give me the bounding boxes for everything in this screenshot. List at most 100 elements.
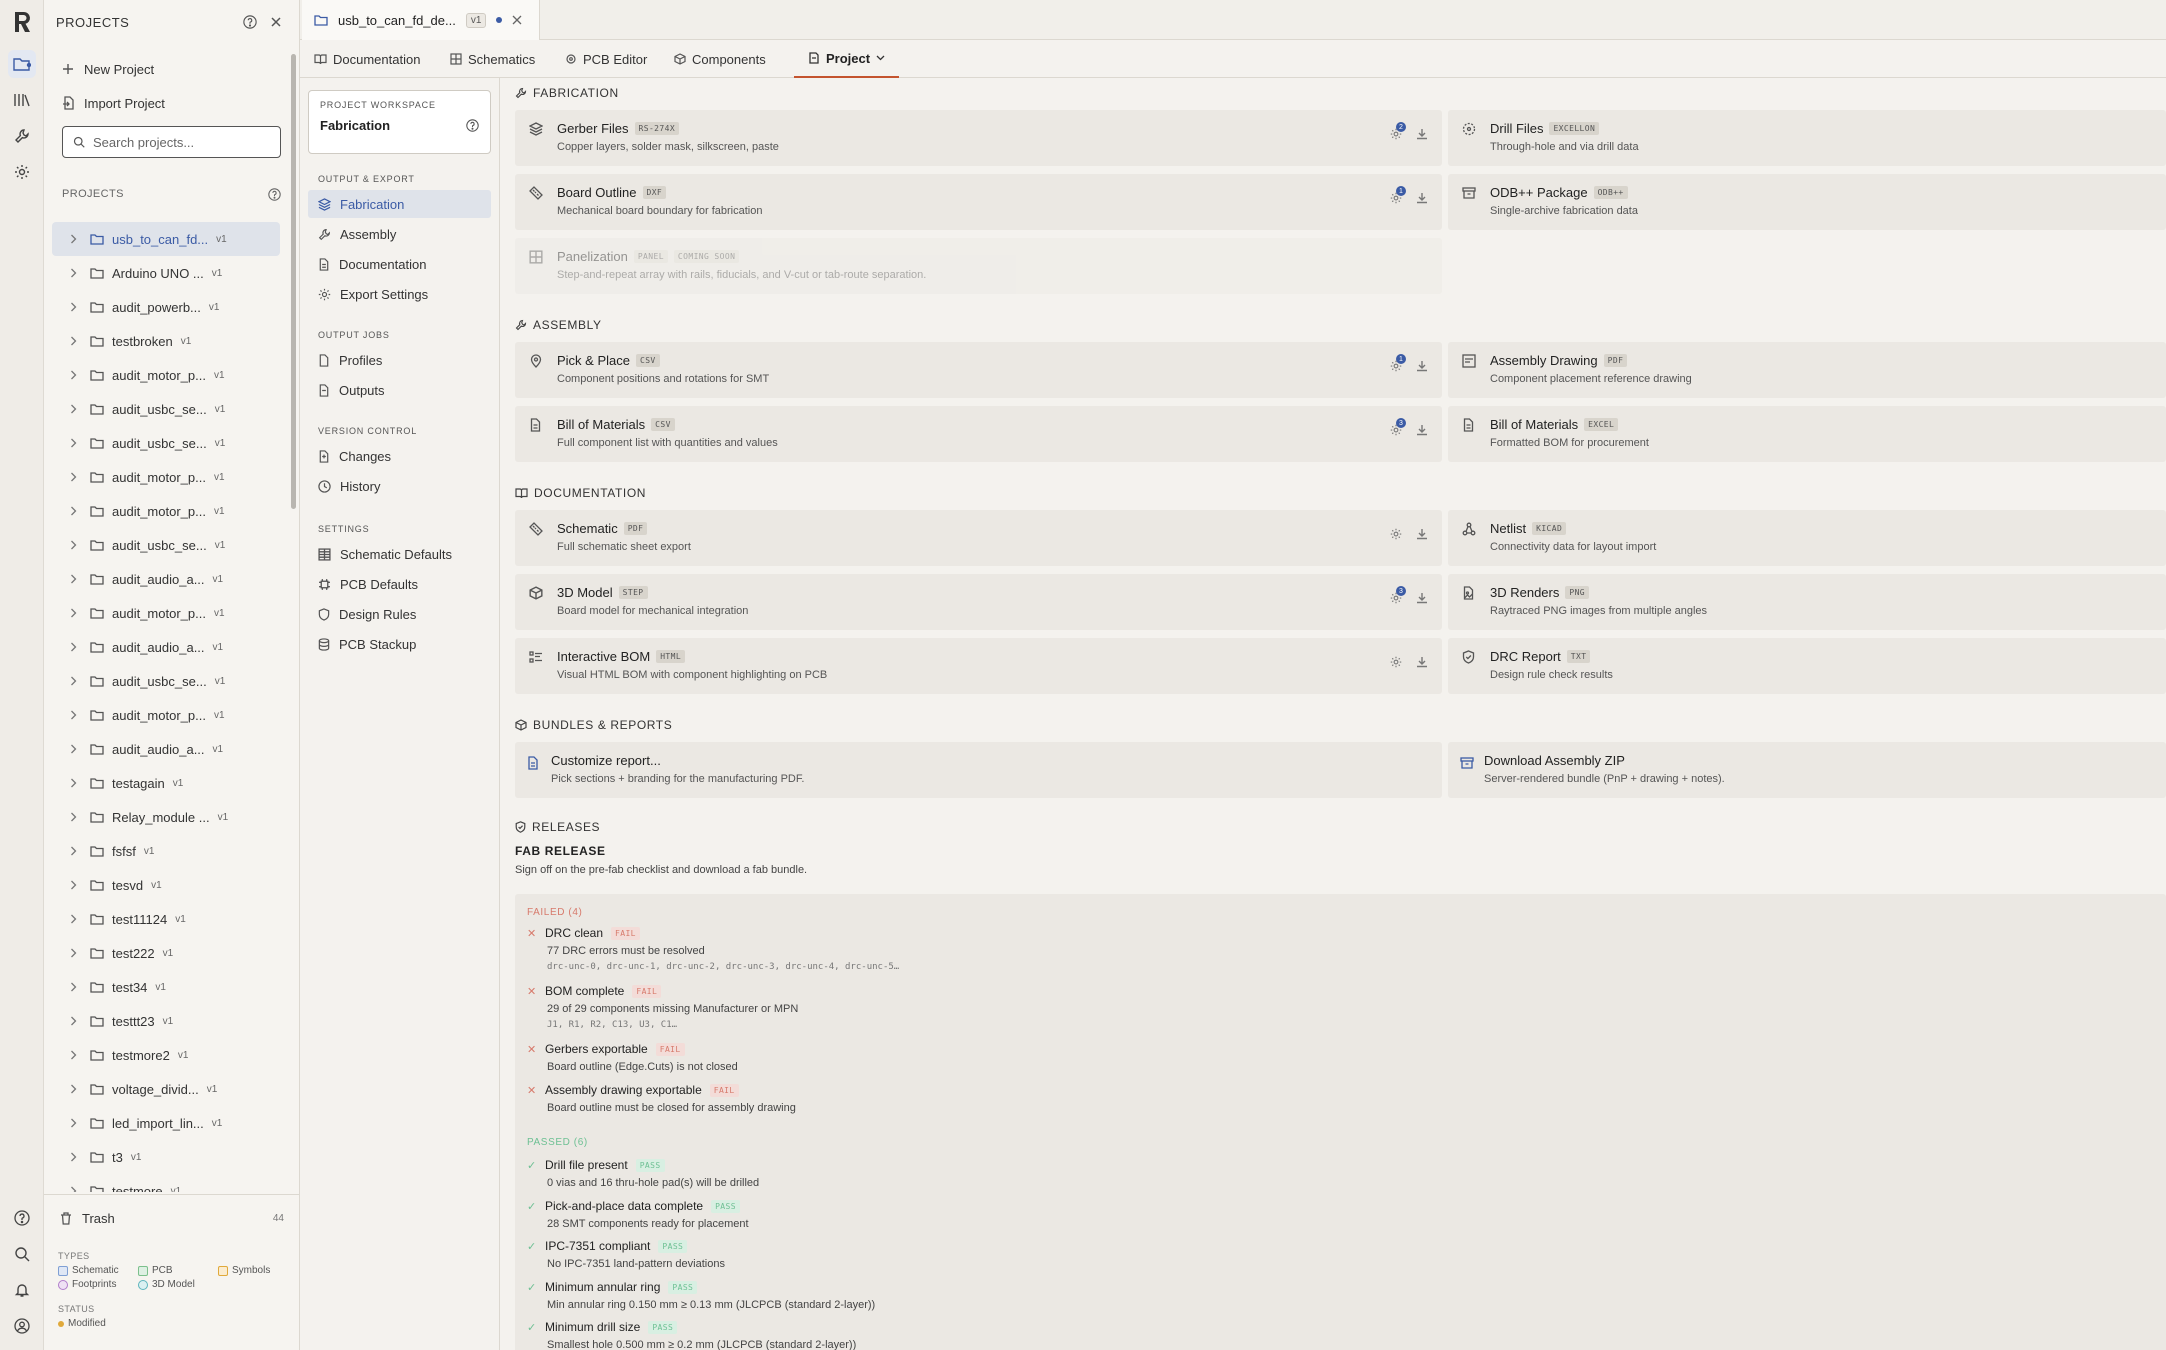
- chevron-right-icon[interactable]: [70, 676, 82, 686]
- project-row[interactable]: Relay_module ... v1: [52, 800, 280, 834]
- output-card-netlist[interactable]: Netlist KICAD Connectivity data for layou…: [1448, 510, 2166, 566]
- chevron-right-icon[interactable]: [70, 1050, 82, 1060]
- output-card-bom-csv[interactable]: Bill of Materials CSV Full component list…: [515, 406, 1442, 462]
- chevron-right-icon[interactable]: [70, 1118, 82, 1128]
- close-icon[interactable]: [512, 15, 522, 25]
- project-row[interactable]: audit_motor_p... v1: [52, 494, 280, 528]
- project-row[interactable]: led_import_lin... v1: [52, 1106, 280, 1140]
- help-icon[interactable]: [466, 119, 479, 132]
- project-row[interactable]: audit_motor_p... v1: [52, 460, 280, 494]
- project-list-scrollbar[interactable]: [290, 48, 296, 1192]
- output-card-drill-files[interactable]: Drill Files EXCELLON Through-hole and via…: [1448, 110, 2166, 166]
- tab-components[interactable]: Components: [674, 40, 766, 78]
- output-card-gerber-files[interactable]: Gerber Files RS-274X Copper layers, solde…: [515, 110, 1442, 166]
- nav-assembly[interactable]: Assembly: [308, 220, 491, 248]
- project-row[interactable]: audit_audio_a... v1: [52, 562, 280, 596]
- project-row[interactable]: testtt23 v1: [52, 1004, 280, 1038]
- nav-changes[interactable]: Changes: [308, 442, 491, 470]
- output-card-odb-package[interactable]: ODB++ Package ODB++ Single-archive fabric…: [1448, 174, 2166, 230]
- chevron-right-icon[interactable]: [70, 302, 82, 312]
- help-icon[interactable]: [8, 1204, 36, 1232]
- nav-design-rules[interactable]: Design Rules: [308, 600, 491, 628]
- nav-pcb-defaults[interactable]: PCB Defaults: [308, 570, 491, 598]
- bell-icon[interactable]: [8, 1276, 36, 1304]
- download-button[interactable]: [1416, 192, 1428, 204]
- customize-report-card[interactable]: Customize report... Pick sections + bran…: [515, 742, 1442, 798]
- settings-gear-button[interactable]: [1390, 528, 1402, 540]
- nav-schematic-defaults[interactable]: Schematic Defaults: [308, 540, 491, 568]
- chevron-right-icon[interactable]: [70, 982, 82, 992]
- tab-schematics[interactable]: Schematics: [450, 40, 535, 78]
- account-icon[interactable]: [8, 1312, 36, 1340]
- download-button[interactable]: [1416, 656, 1428, 668]
- output-card-drc-report[interactable]: DRC Report TXT Design rule check results: [1448, 638, 2166, 694]
- nav-history[interactable]: History: [308, 472, 491, 500]
- settings-gear-button[interactable]: 2: [1390, 122, 1406, 140]
- chevron-right-icon[interactable]: [70, 812, 82, 822]
- project-row[interactable]: fsfsf v1: [52, 834, 280, 868]
- close-icon[interactable]: [265, 11, 287, 33]
- logo-icon[interactable]: [8, 8, 36, 36]
- output-card-bom-excel[interactable]: Bill of Materials EXCEL Formatted BOM for…: [1448, 406, 2166, 462]
- file-tab[interactable]: usb_to_can_fd_de... v1: [302, 0, 540, 40]
- import-project-button[interactable]: Import Project: [44, 86, 299, 120]
- chevron-right-icon[interactable]: [70, 1016, 82, 1026]
- nav-documentation[interactable]: Documentation: [308, 250, 491, 278]
- settings-gear-button[interactable]: 1: [1390, 186, 1406, 204]
- project-row[interactable]: audit_usbc_se... v1: [52, 392, 280, 426]
- chevron-right-icon[interactable]: [70, 336, 82, 346]
- output-card-pick-and-place[interactable]: Pick & Place CSV Component positions and …: [515, 342, 1442, 398]
- project-row[interactable]: testmore v1: [52, 1174, 280, 1192]
- chevron-right-icon[interactable]: [70, 472, 82, 482]
- chevron-right-icon[interactable]: [70, 710, 82, 720]
- download-button[interactable]: [1416, 592, 1428, 604]
- chevron-right-icon[interactable]: [70, 234, 82, 244]
- chevron-right-icon[interactable]: [70, 540, 82, 550]
- project-row[interactable]: audit_audio_a... v1: [52, 732, 280, 766]
- nav-fabrication[interactable]: Fabrication: [308, 190, 491, 218]
- project-row[interactable]: voltage_divid... v1: [52, 1072, 280, 1106]
- tab-pcb-editor[interactable]: PCB Editor: [565, 40, 647, 78]
- chevron-right-icon[interactable]: [70, 574, 82, 584]
- output-card-board-outline[interactable]: Board Outline DXF Mechanical board bounda…: [515, 174, 1442, 230]
- chevron-right-icon[interactable]: [70, 608, 82, 618]
- help-icon[interactable]: [239, 11, 261, 33]
- trash-item[interactable]: Trash 44: [44, 1207, 300, 1229]
- library-icon[interactable]: [8, 86, 36, 114]
- chevron-right-icon[interactable]: [70, 268, 82, 278]
- project-row[interactable]: audit_usbc_se... v1: [52, 426, 280, 460]
- output-card-3d-renders[interactable]: 3D Renders PNG Raytraced PNG images from …: [1448, 574, 2166, 630]
- download-button[interactable]: [1416, 360, 1428, 372]
- chevron-right-icon[interactable]: [70, 1084, 82, 1094]
- output-card-assembly-drawing[interactable]: Assembly Drawing PDF Component placement …: [1448, 342, 2166, 398]
- output-card-3d-model[interactable]: 3D Model STEP Board model for mechanical …: [515, 574, 1442, 630]
- project-row[interactable]: audit_motor_p... v1: [52, 596, 280, 630]
- nav-outputs[interactable]: Outputs: [308, 376, 491, 404]
- download-button[interactable]: [1416, 424, 1428, 436]
- settings-gear-button[interactable]: [1390, 656, 1402, 668]
- chevron-right-icon[interactable]: [70, 846, 82, 856]
- chevron-right-icon[interactable]: [70, 914, 82, 924]
- projects-icon[interactable]: [8, 50, 36, 78]
- download-button[interactable]: [1416, 528, 1428, 540]
- project-row[interactable]: audit_powerb... v1: [52, 290, 280, 324]
- download-assembly-zip-card[interactable]: Download Assembly ZIP Server-rendered bu…: [1448, 742, 2166, 798]
- chevron-right-icon[interactable]: [70, 948, 82, 958]
- project-row[interactable]: testbroken v1: [52, 324, 280, 358]
- settings-gear-button[interactable]: 1: [1390, 354, 1406, 372]
- chevron-right-icon[interactable]: [70, 438, 82, 448]
- project-row[interactable]: audit_motor_p... v1: [52, 698, 280, 732]
- chevron-right-icon[interactable]: [70, 1186, 82, 1192]
- search-icon[interactable]: [8, 1240, 36, 1268]
- project-row[interactable]: t3 v1: [52, 1140, 280, 1174]
- tab-documentation[interactable]: Documentation: [314, 40, 420, 78]
- chevron-right-icon[interactable]: [70, 370, 82, 380]
- project-row[interactable]: audit_usbc_se... v1: [52, 528, 280, 562]
- project-row[interactable]: test222 v1: [52, 936, 280, 970]
- download-button[interactable]: [1416, 128, 1428, 140]
- project-row[interactable]: usb_to_can_fd... v1: [52, 222, 280, 256]
- project-row[interactable]: testmore2 v1: [52, 1038, 280, 1072]
- help-icon[interactable]: [268, 187, 281, 201]
- chevron-right-icon[interactable]: [70, 1152, 82, 1162]
- project-row[interactable]: tesvd v1: [52, 868, 280, 902]
